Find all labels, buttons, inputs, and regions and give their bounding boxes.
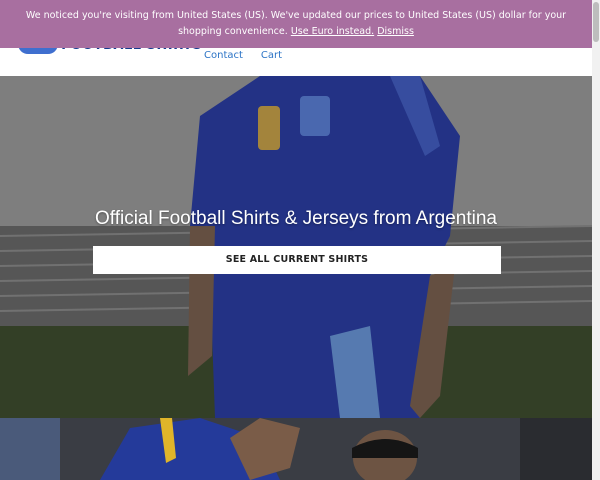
hero-title: Official Football Shirts & Jerseys from … — [95, 208, 497, 229]
hero-banner: Official Football Shirts & Jerseys from … — [0, 76, 592, 418]
nav-cart-link[interactable]: Cart — [261, 50, 282, 61]
see-all-shirts-button[interactable]: SEE ALL CURRENT SHIRTS — [93, 246, 501, 274]
nav-contact-link[interactable]: Contact — [204, 50, 243, 61]
page-scrollbar[interactable] — [592, 0, 600, 480]
use-euro-link[interactable]: Use Euro instead. — [291, 26, 374, 37]
currency-notice-banner: We noticed you're visiting from United S… — [0, 0, 592, 48]
dismiss-link[interactable]: Dismiss — [377, 26, 414, 37]
scrollbar-thumb[interactable] — [593, 2, 599, 42]
secondary-photo — [0, 418, 592, 480]
secondary-banner — [0, 418, 592, 480]
main-nav: Contact Cart — [204, 50, 282, 61]
